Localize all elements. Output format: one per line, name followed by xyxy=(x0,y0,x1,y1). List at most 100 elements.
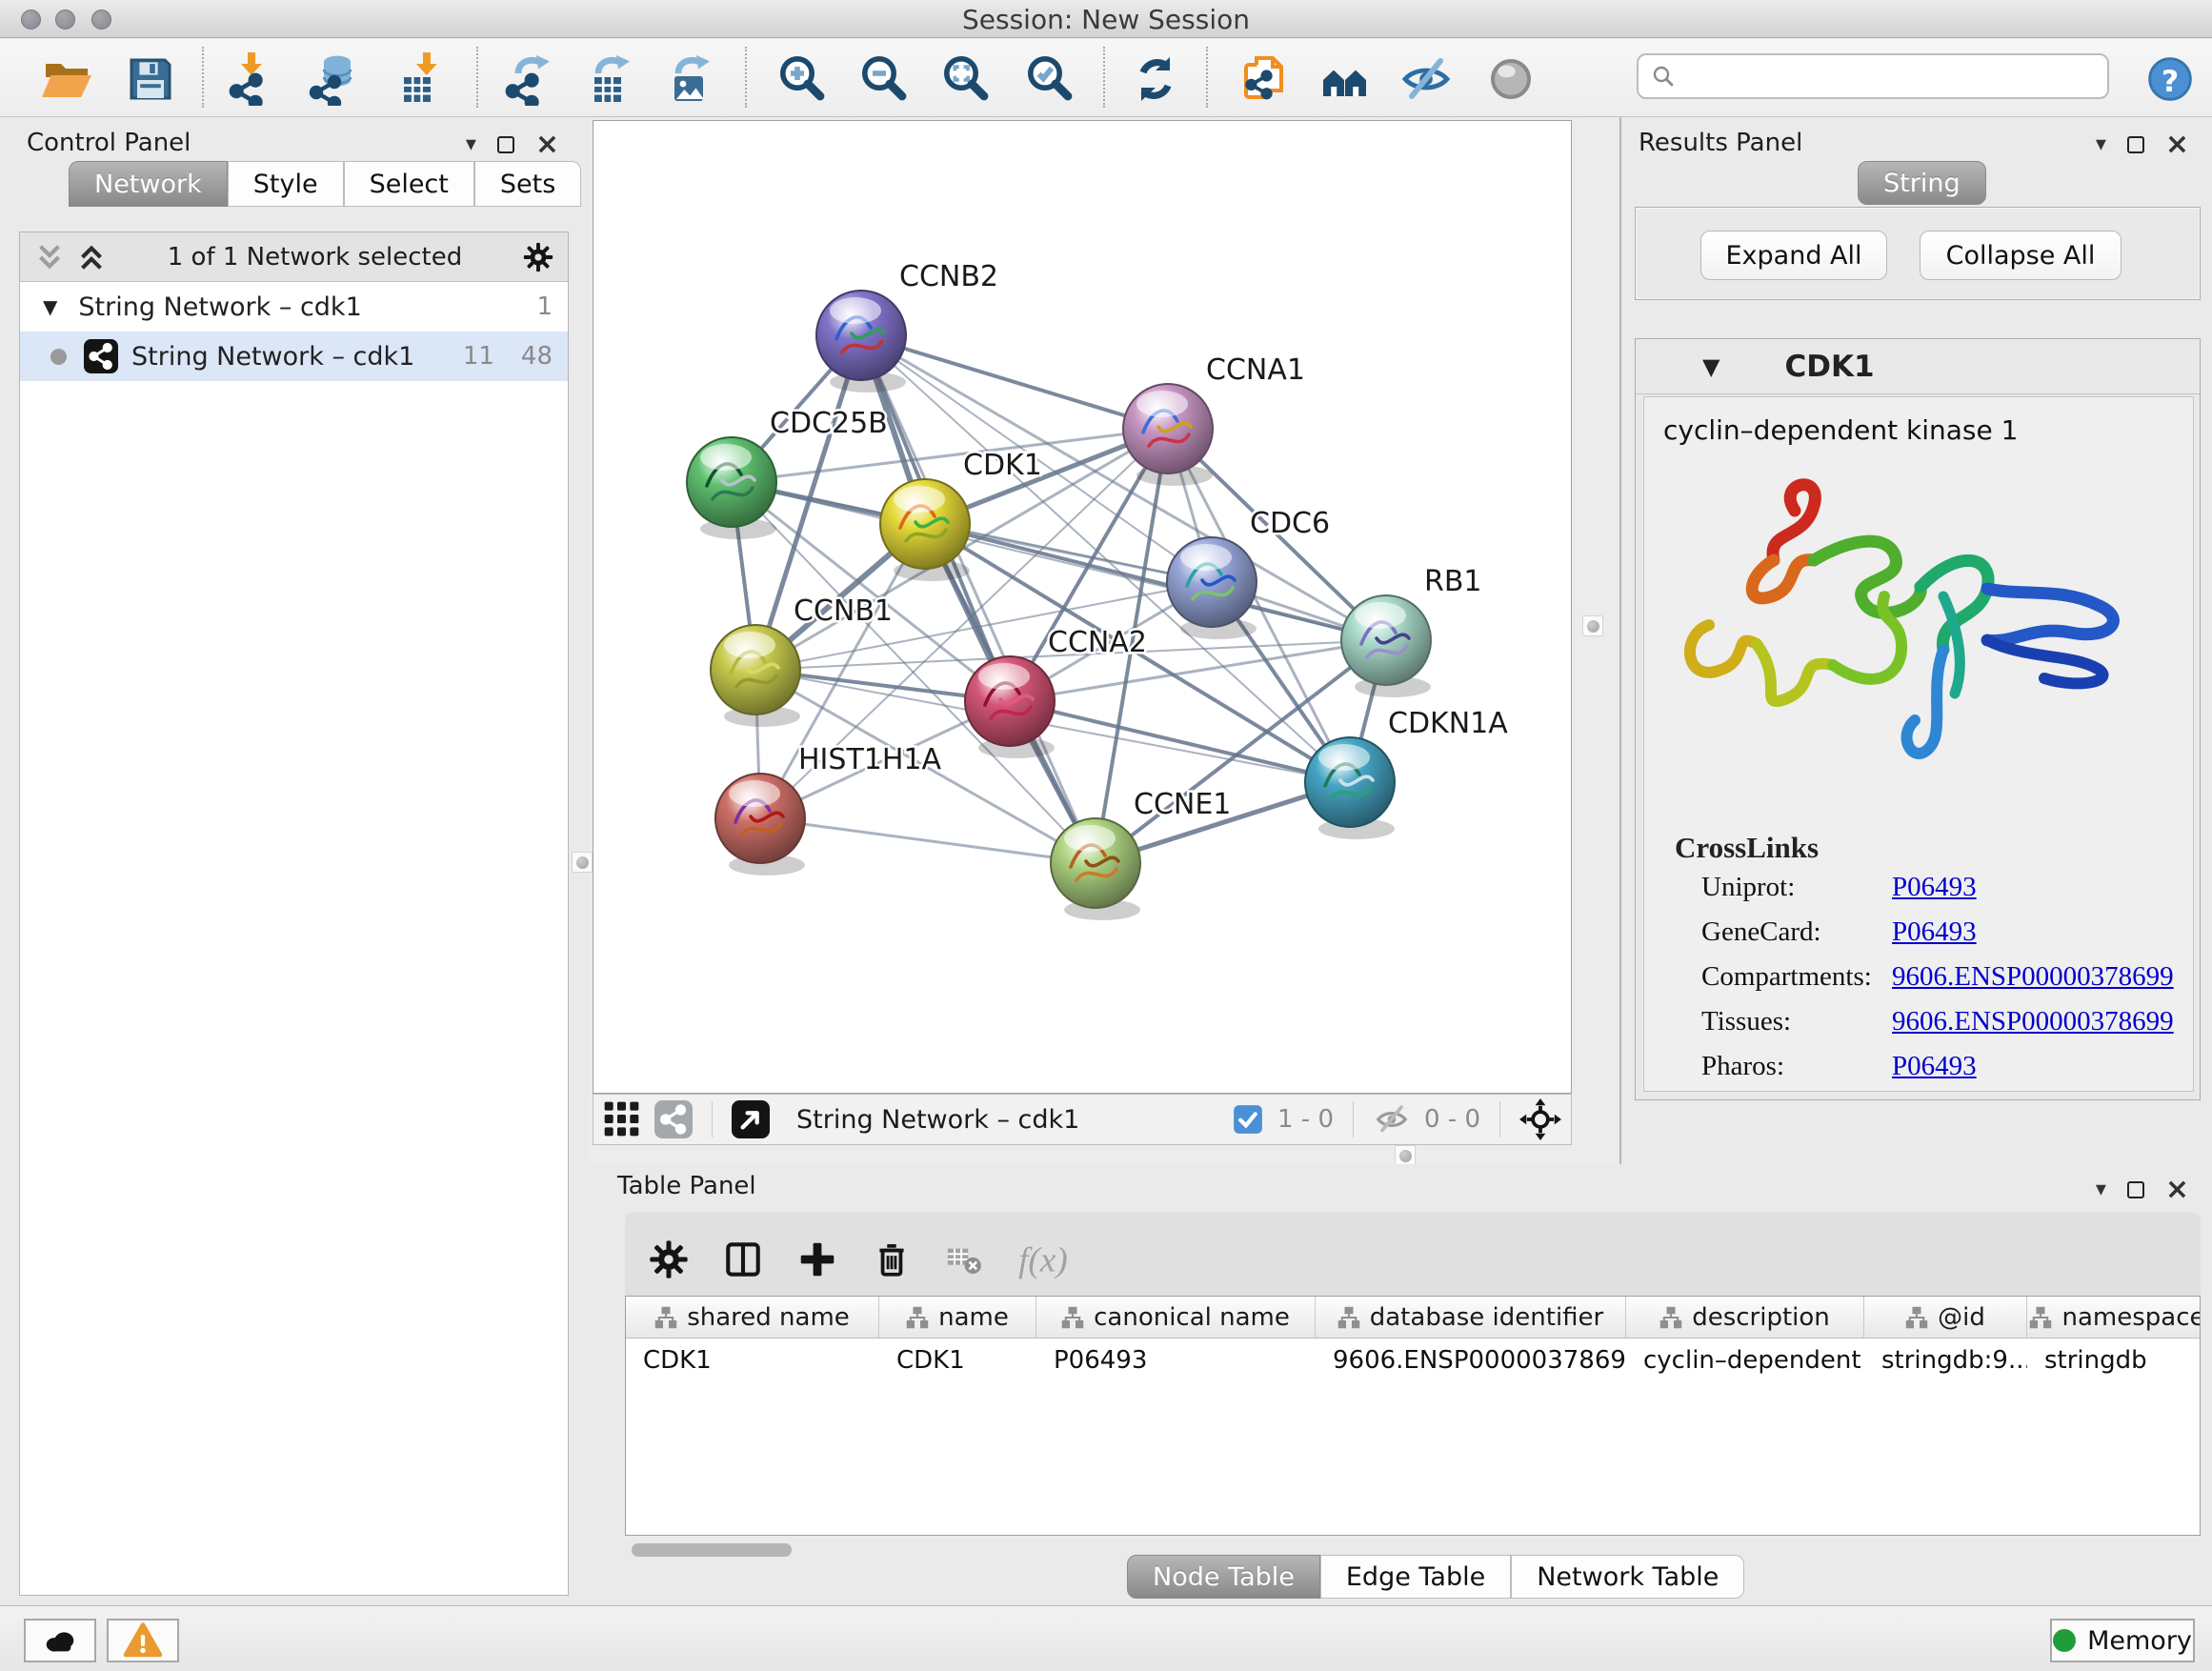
save-session-button[interactable] xyxy=(123,51,178,107)
import-network-database-button[interactable] xyxy=(306,51,361,107)
tab-style[interactable]: Style xyxy=(228,161,344,207)
pan-crosshair-icon[interactable] xyxy=(1519,1098,1561,1140)
panel-float-icon[interactable] xyxy=(497,136,514,153)
crosslink-value-link[interactable]: 9606.ENSP00000378699 xyxy=(1892,961,2174,993)
refresh-layout-button[interactable] xyxy=(1128,51,1183,107)
scrollbar-thumb[interactable] xyxy=(632,1543,792,1557)
open-in-window-icon[interactable] xyxy=(732,1100,770,1138)
export-image-button[interactable] xyxy=(662,51,717,107)
right-splitter-handle[interactable] xyxy=(1582,615,1603,636)
export-network-icon xyxy=(503,52,556,106)
tab-string[interactable]: String xyxy=(1858,161,1986,205)
bottom-splitter-handle[interactable] xyxy=(1395,1145,1416,1166)
network-tree-row[interactable]: ▼ String Network – cdk1 1 xyxy=(20,282,568,332)
collapse-all-icon[interactable] xyxy=(33,241,66,273)
export-network-button[interactable] xyxy=(502,51,557,107)
protein-card-header[interactable]: ▼ CDK1 xyxy=(1636,339,2200,394)
node-HIST1H1A[interactable]: HIST1H1A xyxy=(715,743,942,876)
tab-edge-table[interactable]: Edge Table xyxy=(1320,1555,1511,1599)
panel-menu-icon[interactable]: ▾ xyxy=(466,134,476,155)
control-panel-title: Control Panel xyxy=(27,129,191,157)
expand-all-icon[interactable] xyxy=(75,241,108,273)
column-header-shared-name[interactable]: shared name xyxy=(626,1297,879,1338)
crosslink-value-link[interactable]: P06493 xyxy=(1892,916,1977,948)
hide-selected-button[interactable] xyxy=(1398,51,1454,107)
edge-CCNB2-CCNE1[interactable] xyxy=(861,335,1096,863)
svg-text:?: ? xyxy=(2162,65,2179,99)
node-label-CCNA2: CCNA2 xyxy=(1048,626,1147,659)
cloud-status-button[interactable] xyxy=(24,1619,96,1662)
collapse-triangle-icon[interactable]: ▼ xyxy=(1702,353,1719,380)
crosslink-value-link[interactable]: P06493 xyxy=(1892,1051,1977,1082)
search-input[interactable] xyxy=(1684,62,2096,91)
crosslinks-heading: CrossLinks xyxy=(1644,831,2193,865)
memory-button[interactable]: Memory xyxy=(2050,1619,2195,1662)
table-row[interactable]: CDK1CDK1P064939606.ENSP00000378699cyclin… xyxy=(626,1339,2200,1384)
zoom-fit-button[interactable] xyxy=(938,51,994,107)
panel-float-icon[interactable] xyxy=(2127,136,2144,153)
panel-menu-icon[interactable]: ▾ xyxy=(2096,1179,2106,1200)
tab-network[interactable]: Network xyxy=(69,161,228,207)
node-CCNE1[interactable]: CCNE1 xyxy=(1051,788,1231,920)
export-table-button[interactable] xyxy=(582,51,637,107)
crosslink-value-link[interactable]: 9606.ENSP00000378699 xyxy=(1892,1006,2174,1037)
panel-close-icon[interactable]: × xyxy=(2165,131,2189,159)
zoom-selected-button[interactable] xyxy=(1022,51,1077,107)
network-canvas[interactable]: CCNB2 CCNA1 CDC25B CDK1 CDC6 RB1 CCNB1 C… xyxy=(593,120,1572,1094)
table-cell: P06493 xyxy=(1036,1339,1316,1384)
node-CDKN1A[interactable]: CDKN1A xyxy=(1305,707,1508,839)
node-CDC25B[interactable]: CDC25B xyxy=(687,407,888,539)
edge-HIST1H1A-CCNE1[interactable] xyxy=(760,818,1096,863)
open-file-button[interactable] xyxy=(39,51,94,107)
node-CCNA1[interactable]: CCNA1 xyxy=(1123,353,1305,486)
help-button[interactable]: ? xyxy=(2142,51,2198,107)
first-neighbors-button[interactable] xyxy=(1317,51,1373,107)
new-network-from-selection-button[interactable] xyxy=(1237,51,1292,107)
collapse-all-button[interactable]: Collapse All xyxy=(1920,231,2122,280)
grid-view-icon[interactable] xyxy=(603,1100,641,1138)
node-CCNB2[interactable]: CCNB2 xyxy=(816,260,998,393)
network-share-icon[interactable] xyxy=(654,1100,693,1138)
tab-node-table[interactable]: Node Table xyxy=(1127,1555,1320,1599)
gear-icon[interactable] xyxy=(648,1238,690,1280)
column-header-namespace[interactable]: namespace xyxy=(2027,1297,2201,1338)
new-network-from-selection-icon xyxy=(1237,52,1291,106)
panel-float-icon[interactable] xyxy=(2127,1181,2144,1198)
expand-all-button[interactable]: Expand All xyxy=(1700,231,1887,280)
column-header-canonical-name[interactable]: canonical name xyxy=(1036,1297,1316,1338)
panel-close-icon[interactable]: × xyxy=(2165,1176,2189,1204)
tab-select[interactable]: Select xyxy=(344,161,474,207)
panel-menu-icon[interactable]: ▾ xyxy=(2096,134,2106,155)
show-all-button[interactable] xyxy=(1483,51,1538,107)
add-column-icon[interactable] xyxy=(796,1238,838,1280)
column-header-name[interactable]: name xyxy=(879,1297,1036,1338)
network-tree-row[interactable]: String Network – cdk1 11 48 xyxy=(20,332,568,381)
tab-network-table[interactable]: Network Table xyxy=(1511,1555,1744,1599)
selected-checkbox-icon[interactable] xyxy=(1232,1103,1264,1136)
edge-CCNA2-CDKN1A[interactable] xyxy=(1010,701,1350,782)
toolbar-separator xyxy=(1206,47,1208,108)
column-header-description[interactable]: description xyxy=(1626,1297,1864,1338)
delete-column-icon[interactable] xyxy=(871,1238,913,1280)
column-header-database-identifier[interactable]: database identifier xyxy=(1316,1297,1626,1338)
import-table-file-button[interactable] xyxy=(392,51,447,107)
node-RB1[interactable]: RB1 xyxy=(1341,565,1482,697)
gear-icon[interactable] xyxy=(522,241,554,273)
warning-status-button[interactable] xyxy=(107,1619,179,1662)
zoom-in-button[interactable] xyxy=(774,51,830,107)
columns-icon[interactable] xyxy=(722,1238,764,1280)
tab-sets[interactable]: Sets xyxy=(474,161,581,207)
panel-close-icon[interactable]: × xyxy=(535,131,559,159)
node-table[interactable]: shared name name canonical name database… xyxy=(625,1296,2201,1536)
column-header--id[interactable]: @id xyxy=(1864,1297,2027,1338)
zoom-out-button[interactable] xyxy=(856,51,912,107)
left-splitter-handle[interactable] xyxy=(572,852,593,873)
import-network-file-button[interactable] xyxy=(224,51,279,107)
edge-CCNB2-CCNA1[interactable] xyxy=(861,335,1168,429)
search-field[interactable] xyxy=(1637,53,2109,99)
node-label-CCNB1: CCNB1 xyxy=(794,594,893,628)
crosslink-value-link[interactable]: P06493 xyxy=(1892,872,1977,903)
window-title: Session: New Session xyxy=(0,4,2212,35)
delete-table-icon xyxy=(945,1240,983,1278)
tree-expand-icon[interactable]: ▼ xyxy=(43,295,57,318)
